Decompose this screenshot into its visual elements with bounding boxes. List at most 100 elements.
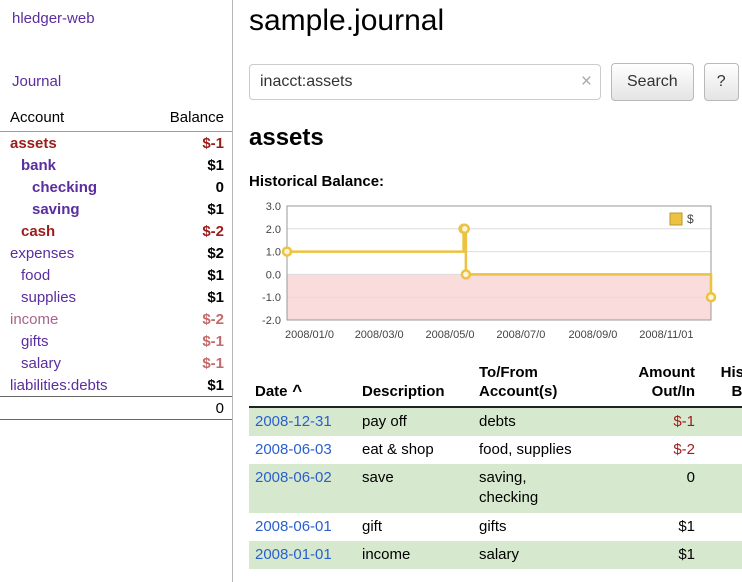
register-header-amount: AmountOut/In — [617, 362, 701, 407]
register-header-to-from: To/FromAccount(s) — [473, 362, 617, 407]
register-row: 2008-06-01giftgifts$1$2 — [249, 513, 742, 541]
brand-link[interactable]: hledger-web — [0, 10, 232, 27]
account-row: income $-2 — [0, 308, 232, 330]
x-tick-label: 2008/11/01 — [639, 329, 693, 341]
data-point-marker — [461, 225, 469, 233]
account-row: bank $1 — [0, 154, 232, 176]
transaction-date-link[interactable]: 2008-01-01 — [255, 546, 332, 563]
transaction-amount: $-2 — [617, 436, 701, 464]
data-point-marker — [283, 248, 291, 256]
hledger-web-window: hledger-web Journal Account Balance asse… — [0, 0, 742, 582]
transaction-amount: $1 — [617, 541, 701, 569]
search-button[interactable]: Search — [611, 63, 694, 101]
account-row: assets $-1 — [0, 132, 232, 155]
y-tick-label: 1.0 — [266, 247, 281, 259]
sidebar-account-bank[interactable]: bank — [21, 157, 56, 174]
main-content: sample.journal × Search ? assets Histori… — [233, 0, 742, 582]
account-heading: assets — [249, 124, 742, 152]
account-balance: $-1 — [143, 132, 232, 155]
transaction-date-link[interactable]: 2008-06-02 — [255, 469, 332, 486]
clear-search-icon[interactable]: × — [581, 72, 592, 91]
x-tick-label: 2008/05/0 — [426, 329, 475, 341]
transaction-running-balance: $-1 — [701, 407, 742, 436]
account-row: liabilities:debts $1 — [0, 374, 232, 397]
sidebar-account-food[interactable]: food — [21, 267, 50, 284]
transaction-date-link[interactable]: 2008-06-03 — [255, 441, 332, 458]
sidebar-account-checking[interactable]: checking — [32, 179, 97, 196]
account-balance: $1 — [143, 198, 232, 220]
sidebar-account-assets[interactable]: assets — [10, 135, 57, 152]
sidebar-account-income[interactable]: income — [10, 311, 58, 328]
sidebar-account-saving[interactable]: saving — [32, 201, 80, 218]
chart-svg: 3.02.01.00.0-1.0-2.02008/01/02008/03/020… — [249, 196, 719, 346]
transaction-amount: 0 — [617, 464, 701, 513]
sidebar: hledger-web Journal Account Balance asse… — [0, 0, 233, 582]
account-row: cash $-2 — [0, 220, 232, 242]
account-row: expenses $2 — [0, 242, 232, 264]
account-balance: $1 — [143, 374, 232, 397]
register-header-row: Date ^DescriptionTo/FromAccount(s)Amount… — [249, 362, 742, 407]
accounts-total-row: 0 — [0, 397, 232, 420]
account-balance: $-2 — [143, 308, 232, 330]
y-tick-label: 2.0 — [266, 224, 281, 236]
transaction-date-link[interactable]: 2008-12-31 — [255, 413, 332, 430]
help-button[interactable]: ? — [704, 63, 739, 101]
account-balance: 0 — [143, 176, 232, 198]
account-balance: $-2 — [143, 220, 232, 242]
account-row: saving $1 — [0, 198, 232, 220]
accounts-table: Account Balance assets $-1 bank $1 checking 0… — [0, 106, 232, 420]
sidebar-account-salary[interactable]: salary — [21, 355, 61, 372]
y-tick-label: 0.0 — [266, 269, 281, 281]
register-table: Date ^DescriptionTo/FromAccount(s)Amount… — [249, 362, 742, 569]
register-header-description: Description — [356, 362, 473, 407]
transaction-running-balance: $2 — [701, 513, 742, 541]
search-bar: × Search ? — [249, 63, 742, 101]
transaction-description: income — [356, 541, 473, 569]
account-balance: $2 — [143, 242, 232, 264]
accounts-header-account: Account — [0, 106, 143, 132]
account-balance: $1 — [143, 286, 232, 308]
search-field-wrap: × — [249, 64, 601, 100]
accounts-total-spacer — [0, 397, 143, 420]
transaction-amount: $-1 — [617, 407, 701, 436]
data-point-marker — [707, 293, 715, 301]
search-input[interactable] — [249, 64, 601, 100]
account-row: checking 0 — [0, 176, 232, 198]
transaction-amount: $1 — [617, 513, 701, 541]
accounts-total-value: 0 — [143, 397, 232, 420]
sidebar-account-gifts[interactable]: gifts — [21, 333, 49, 350]
transaction-accounts: salary — [473, 541, 617, 569]
transaction-accounts: saving,checking — [473, 464, 617, 513]
register-row: 2008-06-02savesaving,checking0$2 — [249, 464, 742, 513]
data-point-marker — [462, 270, 470, 278]
transaction-description: gift — [356, 513, 473, 541]
transaction-accounts: debts — [473, 407, 617, 436]
x-tick-label: 2008/07/0 — [496, 329, 545, 341]
accounts-header-row: Account Balance — [0, 106, 232, 132]
transaction-running-balance: $2 — [701, 464, 742, 513]
account-balance: $-1 — [143, 330, 232, 352]
x-tick-label: 2008/03/0 — [355, 329, 404, 341]
transaction-running-balance: $1 — [701, 541, 742, 569]
sidebar-account-liabilities-debts[interactable]: liabilities:debts — [10, 377, 108, 394]
transaction-accounts: food, supplies — [473, 436, 617, 464]
register-header-date[interactable]: Date ^ — [249, 362, 356, 407]
account-balance: $1 — [143, 154, 232, 176]
account-balance: $-1 — [143, 352, 232, 374]
register-row: 2008-12-31pay offdebts$-1$-1 — [249, 407, 742, 436]
transaction-description: pay off — [356, 407, 473, 436]
sidebar-item-journal[interactable]: Journal — [0, 73, 232, 90]
register-header-historical: HistoricalBalance — [701, 362, 742, 407]
sidebar-account-supplies[interactable]: supplies — [21, 289, 76, 306]
transaction-date-link[interactable]: 2008-06-01 — [255, 518, 332, 535]
sidebar-account-expenses[interactable]: expenses — [10, 245, 74, 262]
register-row: 2008-01-01incomesalary$1$1 — [249, 541, 742, 569]
y-tick-label: 3.0 — [266, 201, 281, 213]
sidebar-account-cash[interactable]: cash — [21, 223, 55, 240]
account-row: gifts $-1 — [0, 330, 232, 352]
legend-label: $ — [687, 212, 694, 226]
x-tick-label: 2008/09/0 — [568, 329, 617, 341]
account-row: food$1 — [0, 264, 232, 286]
legend-swatch — [670, 213, 682, 225]
chart-title: Historical Balance: — [249, 173, 742, 190]
